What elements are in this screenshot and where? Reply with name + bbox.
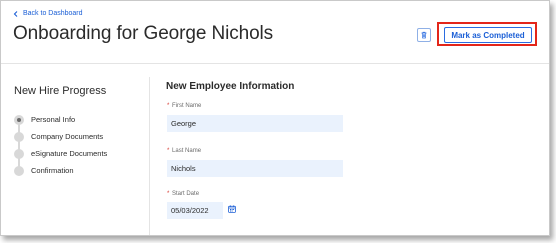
content-divider bbox=[149, 77, 150, 235]
step-indicator bbox=[14, 165, 24, 176]
step-active-indicator bbox=[14, 114, 24, 125]
first-name-label-text: First Name bbox=[172, 103, 202, 109]
section-title: New Employee Information bbox=[166, 81, 295, 92]
trash-icon bbox=[421, 31, 427, 39]
last-name-label: * Last Name bbox=[167, 148, 201, 154]
chevron-left-icon bbox=[13, 10, 18, 17]
back-to-dashboard-link[interactable]: Back to Dashboard bbox=[13, 10, 83, 17]
step-esignature-documents[interactable]: eSignature Documents bbox=[14, 145, 107, 162]
first-name-label: * First Name bbox=[167, 103, 201, 109]
start-date-label-text: Start Date bbox=[172, 191, 200, 197]
step-label: eSignature Documents bbox=[31, 149, 108, 158]
delete-button[interactable] bbox=[417, 28, 431, 42]
last-name-label-text: Last Name bbox=[172, 148, 202, 154]
step-company-documents[interactable]: Company Documents bbox=[14, 128, 107, 145]
progress-steps: Personal Info Company Documents eSignatu… bbox=[14, 111, 107, 179]
header-divider bbox=[1, 63, 549, 64]
step-confirmation[interactable]: Confirmation bbox=[14, 162, 107, 179]
page-title: Onboarding for George Nichols bbox=[13, 23, 274, 44]
onboarding-window: Back to Dashboard Onboarding for George … bbox=[0, 0, 550, 236]
required-marker: * bbox=[167, 103, 170, 109]
required-marker: * bbox=[167, 191, 170, 197]
step-label: Confirmation bbox=[31, 166, 74, 175]
progress-title: New Hire Progress bbox=[14, 85, 107, 97]
back-link-label: Back to Dashboard bbox=[23, 10, 83, 17]
step-label: Company Documents bbox=[31, 132, 104, 141]
start-date-label: * Start Date bbox=[167, 191, 199, 197]
required-marker: * bbox=[167, 148, 170, 154]
mark-as-completed-button[interactable]: Mark as Completed bbox=[444, 27, 532, 43]
last-name-field[interactable] bbox=[167, 160, 343, 177]
calendar-icon[interactable] bbox=[228, 205, 236, 213]
step-personal-info[interactable]: Personal Info bbox=[14, 111, 107, 128]
step-indicator bbox=[14, 131, 24, 142]
start-date-field[interactable] bbox=[167, 202, 223, 219]
step-indicator bbox=[14, 148, 24, 159]
first-name-field[interactable] bbox=[167, 115, 343, 132]
step-label: Personal Info bbox=[31, 115, 76, 124]
